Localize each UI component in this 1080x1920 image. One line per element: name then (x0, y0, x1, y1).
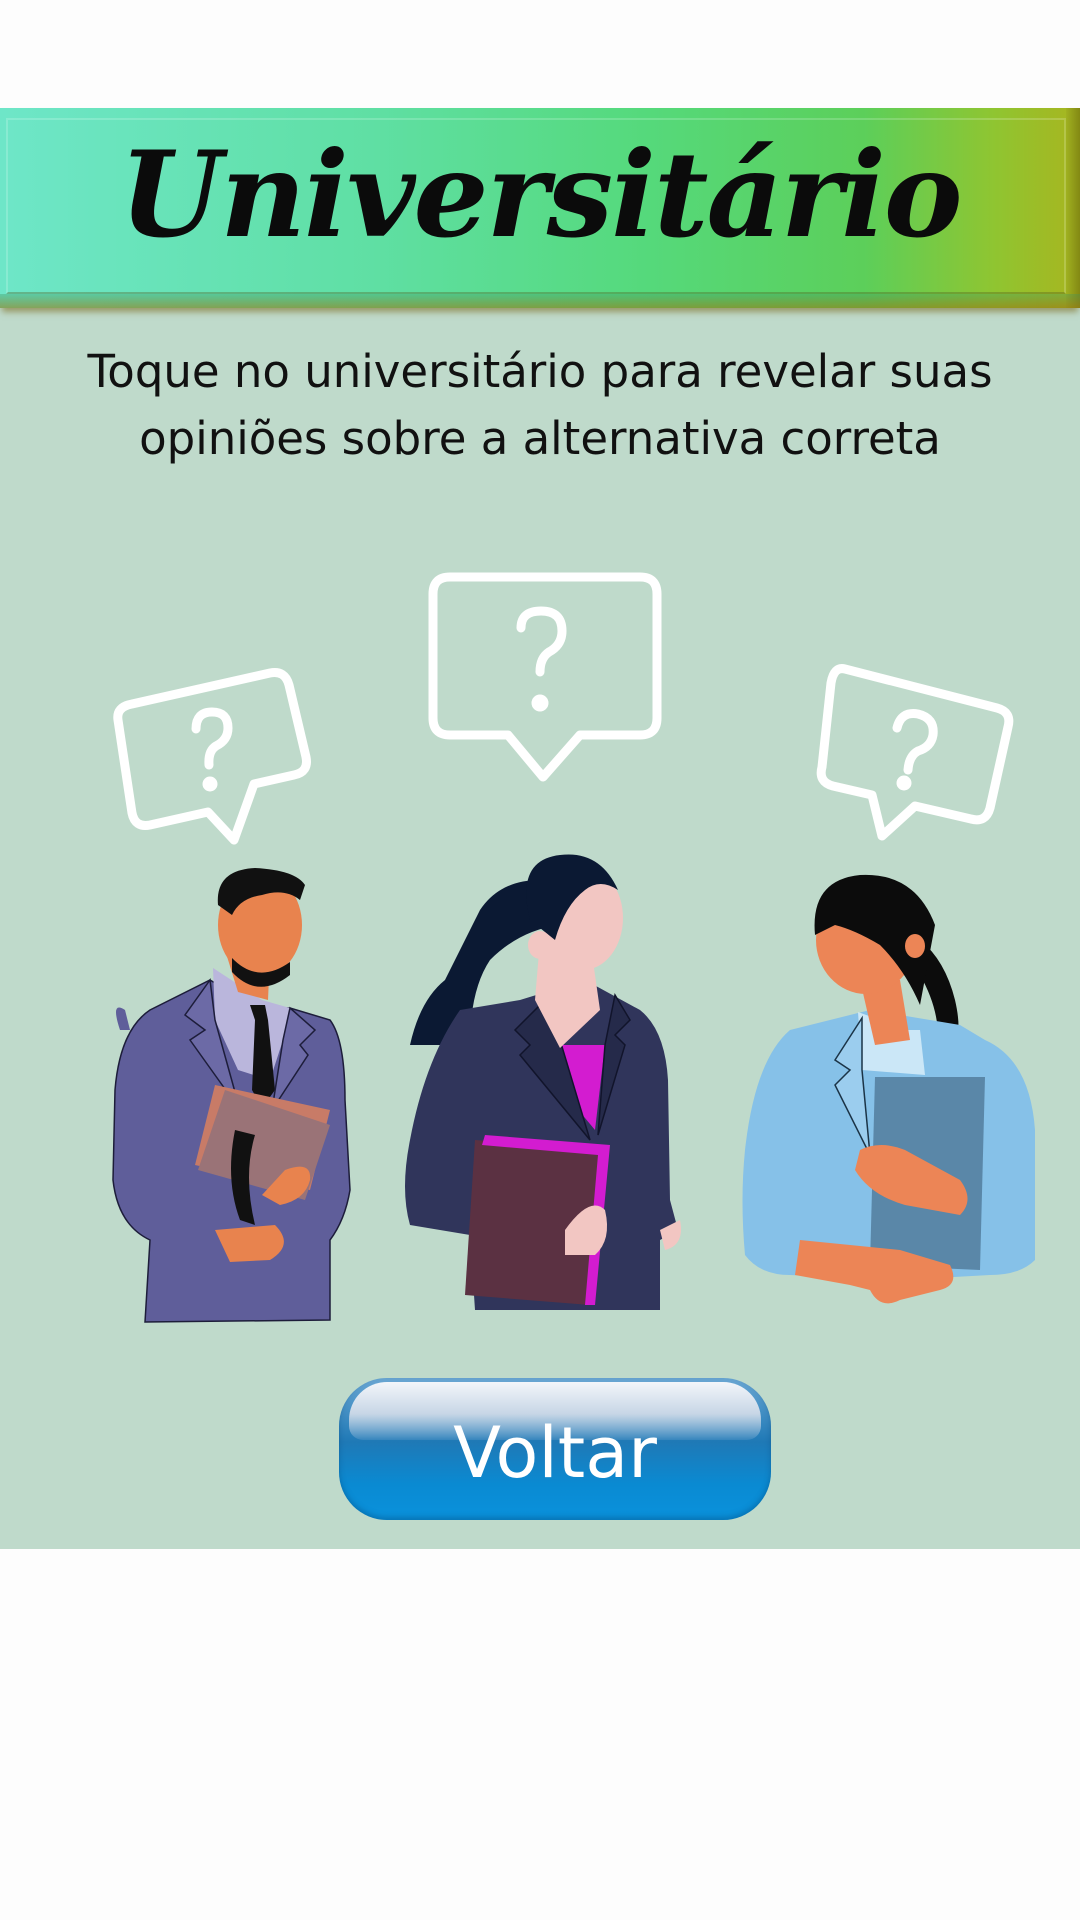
students-illustration (112, 572, 1036, 1323)
student-man[interactable] (112, 868, 351, 1323)
screen: Universitário Toque no universitário par… (0, 0, 1080, 1920)
student-woman-right[interactable] (742, 874, 1036, 1304)
student-woman-center[interactable] (405, 854, 681, 1310)
question-bubble-icon (113, 668, 311, 845)
back-button[interactable]: Voltar (339, 1378, 771, 1520)
title-banner: Universitário (0, 108, 1080, 308)
page-title: Universitário (119, 125, 962, 264)
question-bubble-icon (428, 572, 662, 782)
question-bubble-icon (816, 664, 1014, 841)
back-button-label: Voltar (453, 1412, 657, 1494)
instruction-text: Toque no universitário para revelar suas… (87, 345, 993, 465)
